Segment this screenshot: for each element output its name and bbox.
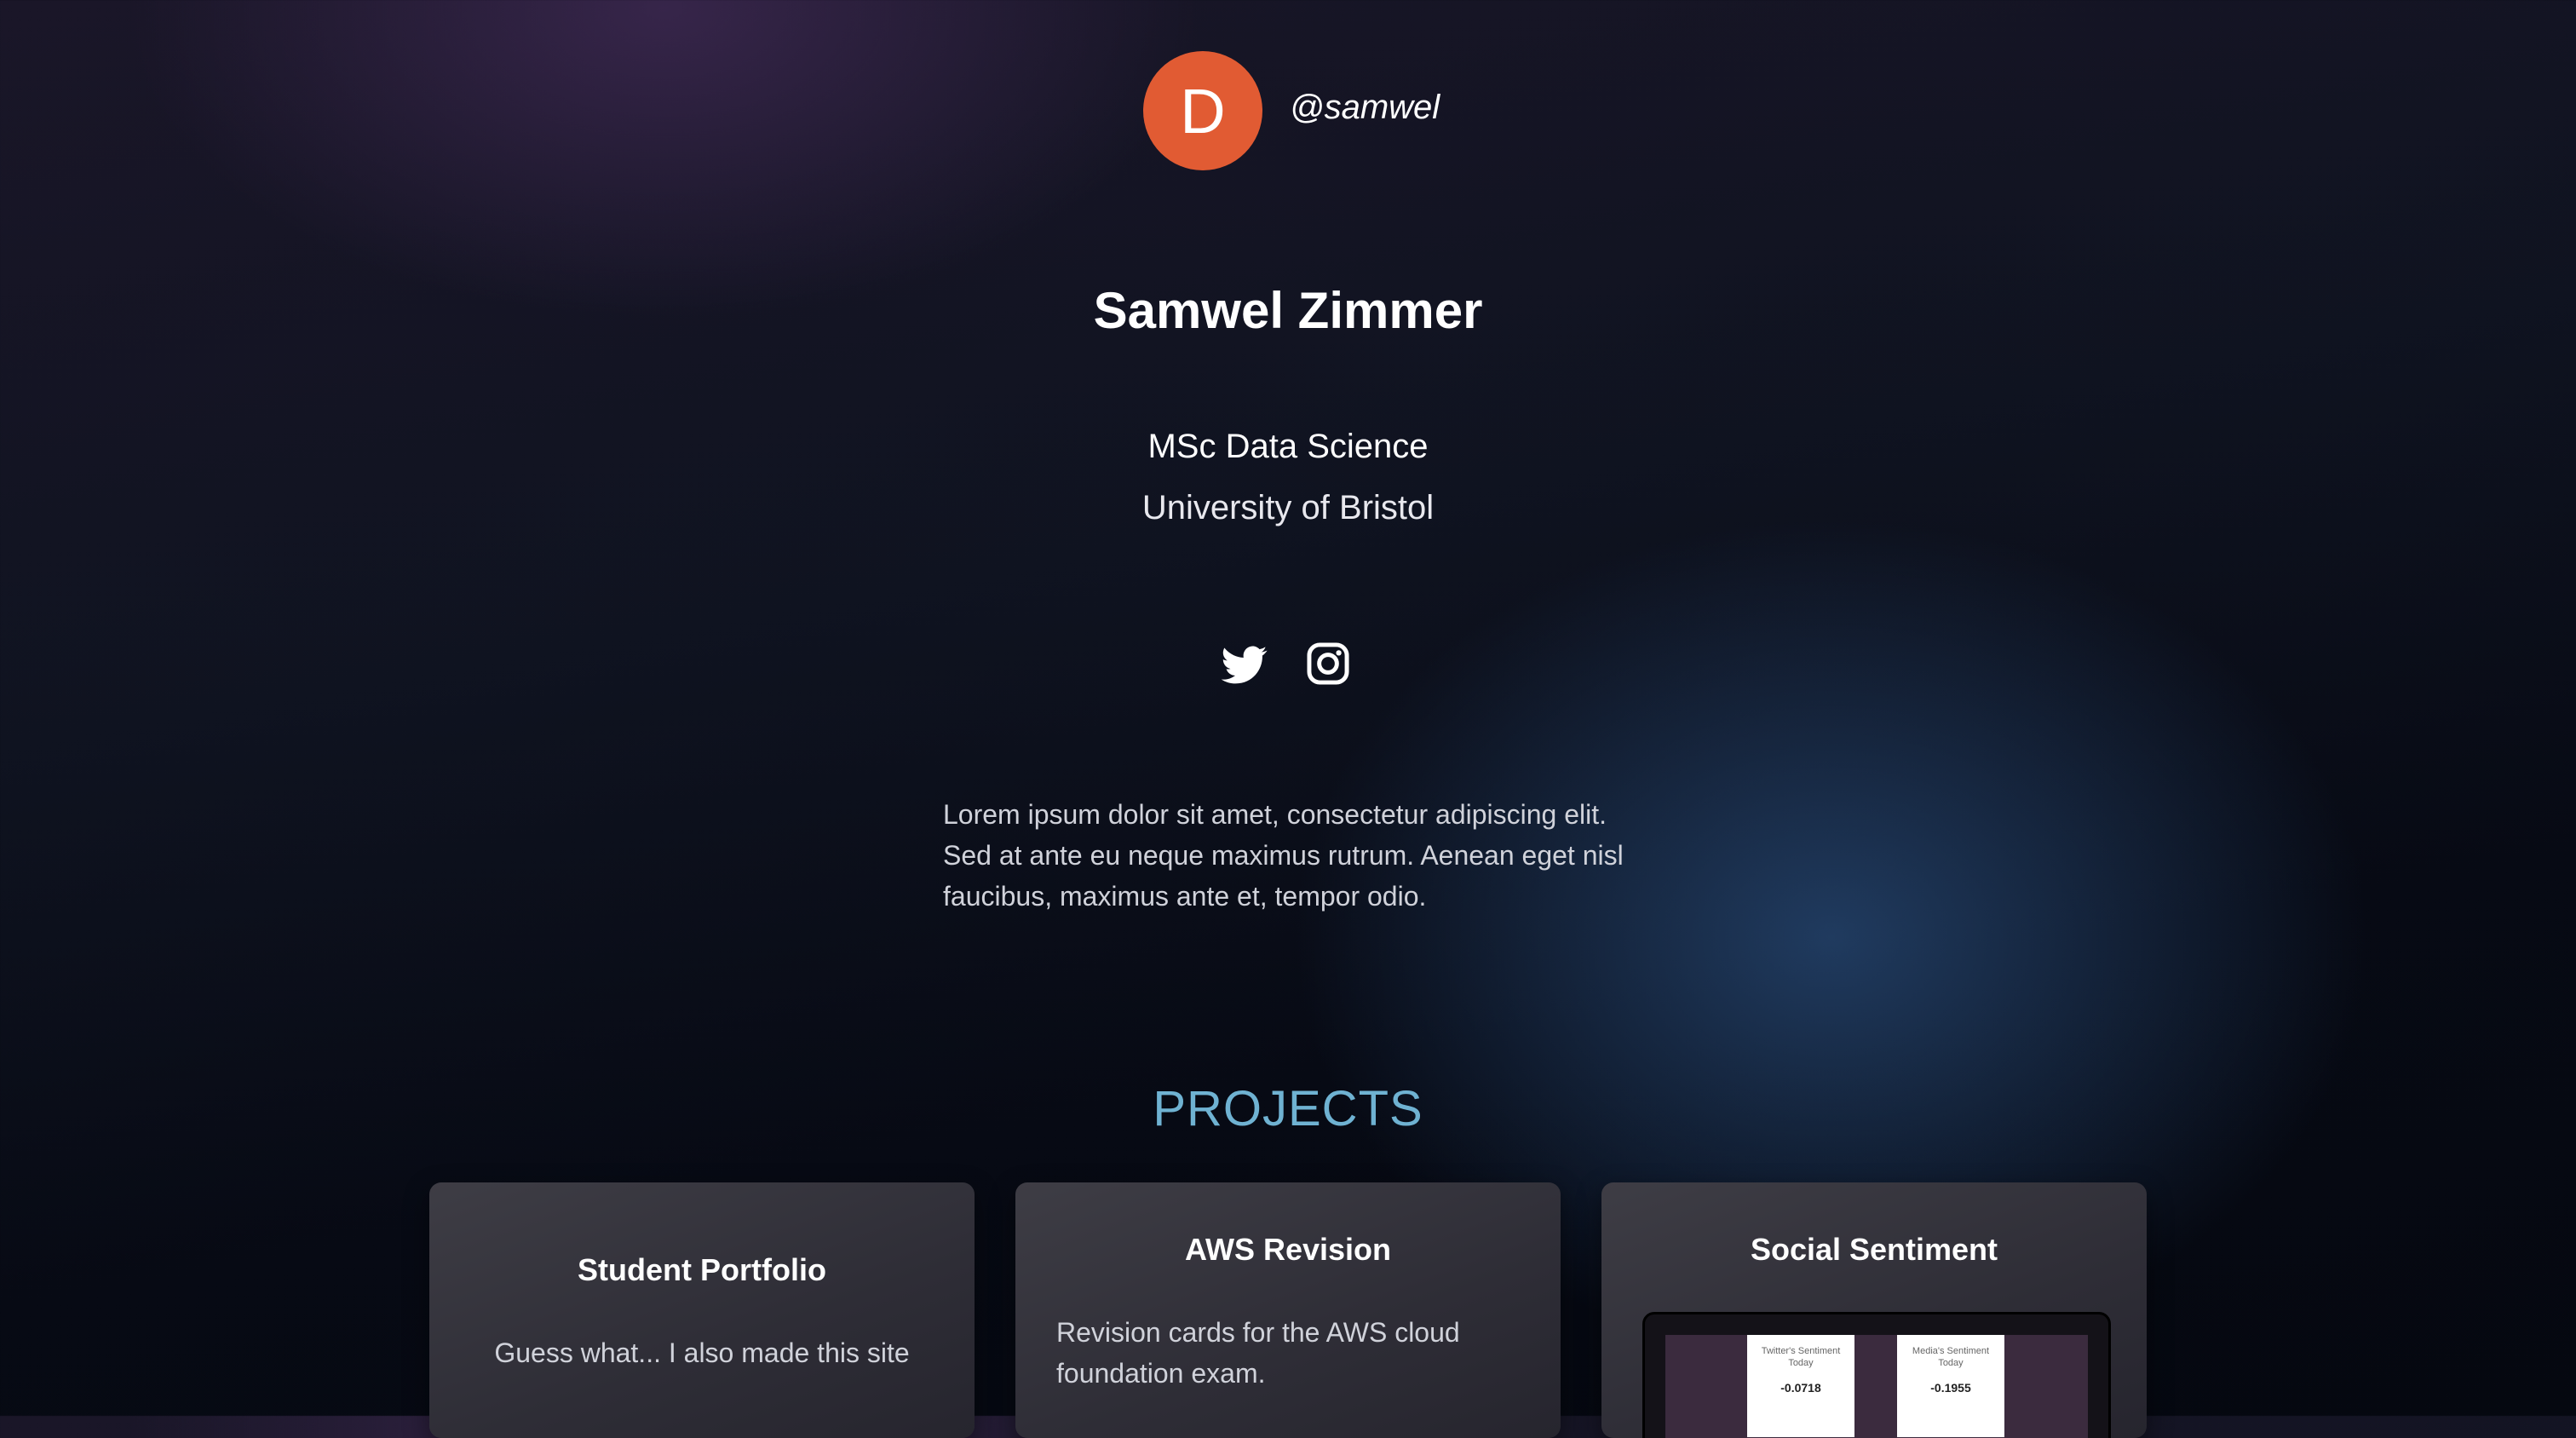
preview-media-card: Media's Sentiment Today -0.1955 xyxy=(1897,1335,2004,1437)
profile-bio: Lorem ipsum dolor sit amet, consectetur … xyxy=(943,799,1624,912)
twitter-icon xyxy=(1221,646,1268,684)
profile-name: Samwel Zimmer xyxy=(1093,282,1483,339)
avatar-initial: D xyxy=(1180,75,1226,147)
project-card-aws-revision[interactable]: AWS Revision Revision cards for the AWS … xyxy=(1015,1182,1561,1438)
preview-media-label: Media's Sentiment Today xyxy=(1912,1346,1990,1368)
profile-university: University of Bristol xyxy=(1141,489,1435,526)
twitter-link[interactable] xyxy=(1221,641,1268,687)
project-card-description: Revision cards for the AWS cloud foundat… xyxy=(1056,1317,1460,1389)
avatar: D xyxy=(1143,51,1262,170)
preview-twitter-label: Twitter's Sentiment Today xyxy=(1761,1346,1841,1368)
project-card-student-portfolio[interactable]: Student Portfolio Guess what... I also m… xyxy=(429,1182,975,1438)
preview-screen: Twitter's Sentiment Today -0.0718 Media'… xyxy=(1665,1335,2088,1438)
project-card-title: Student Portfolio xyxy=(578,1252,826,1287)
project-card-title: AWS Revision xyxy=(1184,1232,1392,1267)
preview-twitter-card: Twitter's Sentiment Today -0.0718 xyxy=(1747,1335,1854,1437)
projects-heading: PROJECTS xyxy=(1153,1081,1423,1136)
project-card-description: Guess what... I also made this site xyxy=(494,1337,910,1368)
profile-degree: MSc Data Science xyxy=(1147,428,1429,465)
instagram-link[interactable] xyxy=(1305,641,1351,687)
social-links xyxy=(1221,641,1351,687)
profile-header: D @samwel xyxy=(0,51,2576,170)
project-card-title: Social Sentiment xyxy=(1750,1232,1998,1267)
preview-media-value: -0.1955 xyxy=(1930,1381,1971,1395)
project-preview-image: Twitter's Sentiment Today -0.0718 Media'… xyxy=(1642,1312,2111,1438)
instagram-icon xyxy=(1307,642,1349,685)
project-card-social-sentiment[interactable]: Social Sentiment Twitter's Sentiment Tod… xyxy=(1601,1182,2147,1438)
preview-twitter-value: -0.0718 xyxy=(1780,1381,1821,1395)
profile-handle: @samwel xyxy=(1290,89,1440,126)
